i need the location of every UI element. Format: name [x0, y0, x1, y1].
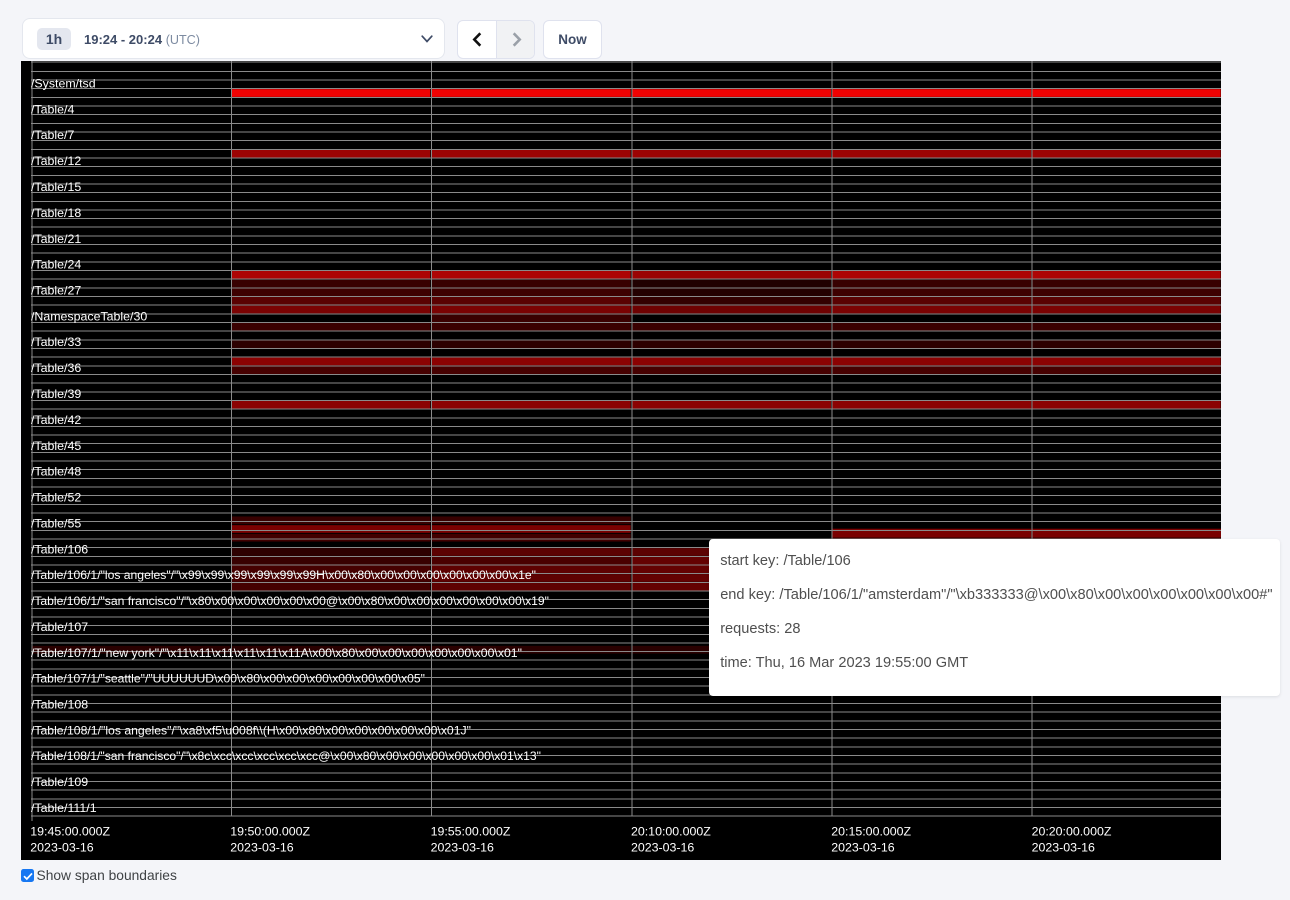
svg-text:2023-03-16: 2023-03-16: [831, 840, 894, 854]
svg-text:/Table/108/1/"san francisco"/": /Table/108/1/"san francisco"/"\x8c\xcc\x…: [31, 749, 541, 763]
svg-text:/Table/4: /Table/4: [31, 102, 74, 116]
svg-text:/Table/39: /Table/39: [31, 387, 81, 401]
svg-text:/Table/52: /Table/52: [31, 490, 81, 504]
svg-text:19:50:00.000Z: 19:50:00.000Z: [230, 824, 310, 838]
svg-text:/Table/108: /Table/108: [31, 697, 88, 711]
svg-text:/Table/7: /Table/7: [31, 128, 74, 142]
svg-text:/Table/109: /Table/109: [31, 775, 88, 789]
svg-text:/Table/111/1: /Table/111/1: [31, 801, 97, 815]
svg-text:/Table/107/1/"new york"/"\x11\: /Table/107/1/"new york"/"\x11\x11\x11\x1…: [31, 645, 522, 659]
svg-text:/Table/15: /Table/15: [31, 180, 81, 194]
svg-text:2023-03-16: 2023-03-16: [1032, 840, 1095, 854]
svg-text:/Table/106: /Table/106: [31, 542, 88, 556]
svg-text:2023-03-16: 2023-03-16: [230, 840, 293, 854]
svg-text:/Table/106/1/"san francisco"/": /Table/106/1/"san francisco"/"\x80\x00\x…: [31, 594, 549, 608]
svg-text:/Table/48: /Table/48: [31, 464, 81, 478]
svg-text:/Table/33: /Table/33: [31, 335, 81, 349]
svg-text:/Table/24: /Table/24: [31, 257, 81, 271]
svg-text:2023-03-16: 2023-03-16: [431, 840, 494, 854]
svg-text:/Table/42: /Table/42: [31, 413, 81, 427]
svg-text:/Table/36: /Table/36: [31, 361, 81, 375]
svg-text:/Table/27: /Table/27: [31, 283, 81, 297]
svg-text:20:10:00.000Z: 20:10:00.000Z: [631, 824, 711, 838]
svg-text:20:20:00.000Z: 20:20:00.000Z: [1032, 824, 1112, 838]
svg-text:20:15:00.000Z: 20:15:00.000Z: [831, 824, 911, 838]
svg-text:/Table/12: /Table/12: [31, 154, 81, 168]
svg-text:/Table/106/1/"los angeles"/"\x: /Table/106/1/"los angeles"/"\x99\x99\x99…: [31, 568, 536, 582]
svg-text:2023-03-16: 2023-03-16: [631, 840, 694, 854]
svg-text:/Table/107: /Table/107: [31, 620, 88, 634]
svg-text:/Table/21: /Table/21: [31, 231, 81, 245]
svg-text:/Table/18: /Table/18: [31, 206, 81, 220]
svg-text:/System/tsd: /System/tsd: [31, 76, 96, 90]
svg-text:2023-03-16: 2023-03-16: [30, 840, 93, 854]
svg-text:/Table/107/1/"seattle"/"UUUUUU: /Table/107/1/"seattle"/"UUUUUUD\x00\x80\…: [31, 671, 425, 685]
svg-text:/Table/45: /Table/45: [31, 438, 81, 452]
svg-text:19:45:00.000Z: 19:45:00.000Z: [30, 824, 110, 838]
svg-text:/NamespaceTable/30: /NamespaceTable/30: [31, 309, 147, 323]
svg-text:/Table/108/1/"los angeles"/"\x: /Table/108/1/"los angeles"/"\xa8\xf5\u00…: [31, 723, 471, 737]
svg-text:19:55:00.000Z: 19:55:00.000Z: [431, 824, 511, 838]
svg-text:/Table/55: /Table/55: [31, 516, 81, 530]
